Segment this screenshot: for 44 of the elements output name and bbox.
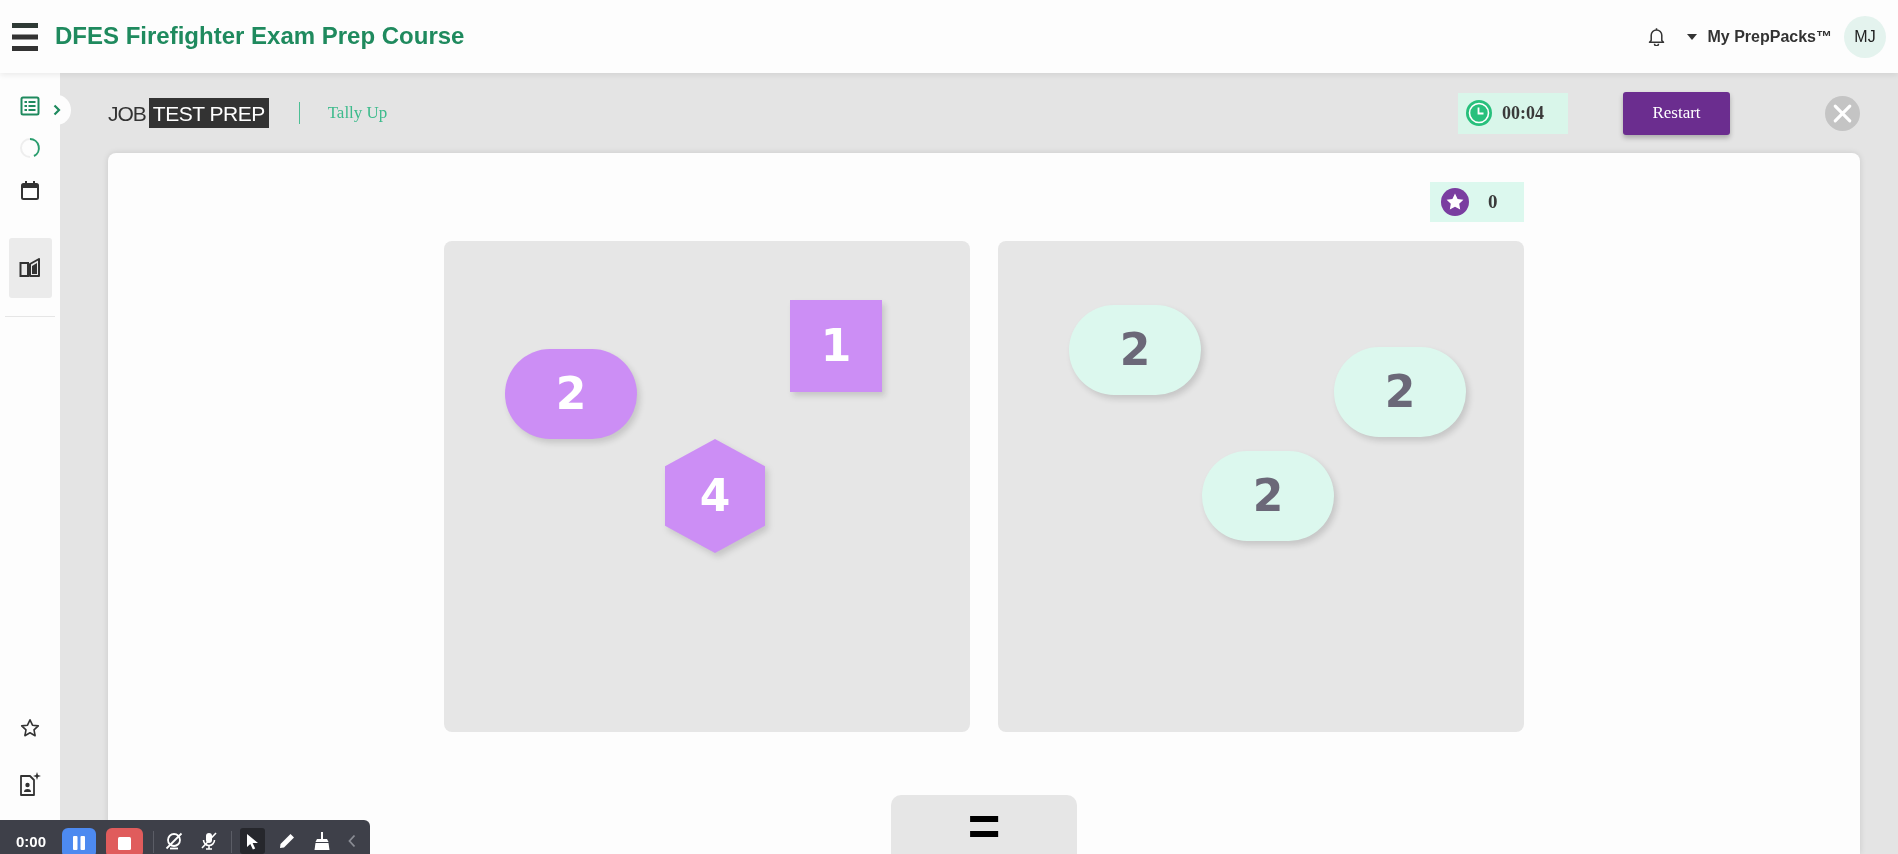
menu-icon xyxy=(12,22,38,51)
document-icon xyxy=(19,772,41,796)
broom-icon xyxy=(314,832,331,850)
menu-button[interactable] xyxy=(12,22,38,51)
chevron-right-icon xyxy=(53,104,61,116)
chevron-left-icon xyxy=(348,834,357,848)
game-title: Tally Up xyxy=(327,102,388,125)
star-icon xyxy=(20,718,40,738)
calendar-icon xyxy=(20,179,40,201)
score-text: 0 xyxy=(1488,189,1498,214)
stop-button[interactable] xyxy=(106,828,143,854)
camera-off-icon xyxy=(165,832,184,850)
mic-off-icon xyxy=(200,832,217,850)
caret-icon xyxy=(1687,33,1698,40)
prep-packs-menu[interactable]: My PrepPacks™ xyxy=(1687,24,1832,49)
app-title: DFES Firefighter Exam Prep Course xyxy=(55,22,465,51)
equals-button[interactable]: = xyxy=(891,795,1077,854)
pause-button[interactable] xyxy=(62,828,97,854)
logo-label: TEST PREP xyxy=(148,98,269,128)
restart-button[interactable]: Restart xyxy=(1623,91,1730,135)
clock-icon xyxy=(1466,100,1492,126)
pill-tile: 2 xyxy=(1334,347,1466,437)
sidebar-item[interactable] xyxy=(8,238,52,298)
user-avatar[interactable]: MJ xyxy=(1844,15,1886,58)
pause-icon xyxy=(73,836,86,850)
bell-icon xyxy=(1648,27,1666,46)
logo-text: JOB xyxy=(108,102,147,124)
pointer-tool-button[interactable] xyxy=(240,828,266,854)
book-icon xyxy=(19,258,41,278)
pill-tile: 2 xyxy=(1069,305,1201,395)
pill-tile: 2 xyxy=(1202,451,1334,541)
list-icon xyxy=(20,96,40,116)
close-icon xyxy=(1825,95,1860,131)
notifications-button[interactable] xyxy=(1648,27,1666,46)
cursor-icon xyxy=(246,832,260,850)
spinner-icon xyxy=(19,137,41,159)
pencil-icon xyxy=(279,833,296,849)
timer-text: 00:04 xyxy=(1502,101,1544,125)
stop-icon xyxy=(118,836,132,850)
recording-time: 0:00 xyxy=(16,832,47,852)
shape-panel[interactable]: 2 2 2 xyxy=(998,241,1524,732)
pill-tile: 2 xyxy=(505,349,637,439)
square-tile: 1 xyxy=(790,300,882,392)
hexagon-tile: 4 xyxy=(665,439,765,553)
